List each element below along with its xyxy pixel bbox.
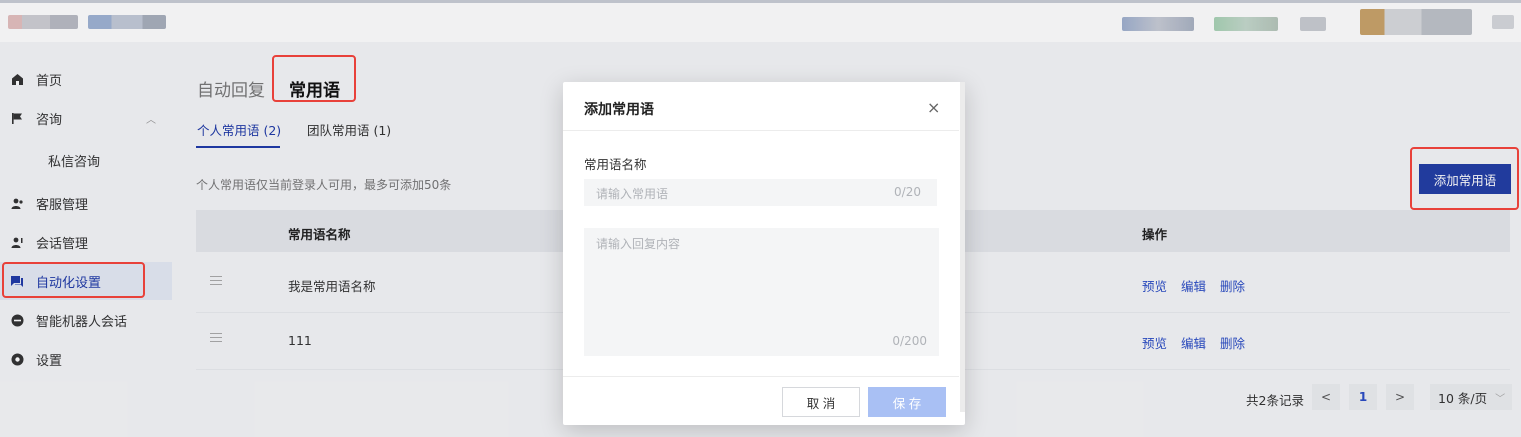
- dialog-scrollbar[interactable]: [960, 82, 965, 412]
- reply-content-counter: 0/200: [892, 334, 927, 348]
- dialog-footer-divider: [563, 376, 959, 377]
- highlight-add-button-box: [1410, 147, 1519, 210]
- dialog-title: 添加常用语: [584, 102, 654, 118]
- add-phrase-dialog: 添加常用语 × 常用语名称 请输入常用语 0/20 请输入回复内容 0/200 …: [563, 82, 965, 425]
- phrase-name-placeholder: 请输入常用语: [596, 187, 669, 201]
- phrase-name-input[interactable]: 请输入常用语 0/20: [584, 179, 937, 206]
- phrase-name-counter: 0/20: [894, 185, 921, 199]
- phrase-name-label: 常用语名称: [584, 157, 647, 172]
- reply-content-placeholder: 请输入回复内容: [596, 237, 681, 251]
- cancel-button[interactable]: 取 消: [782, 387, 860, 417]
- highlight-sidebar-box: [2, 262, 145, 298]
- close-icon[interactable]: ×: [927, 98, 940, 117]
- reply-content-textarea[interactable]: 请输入回复内容 0/200: [584, 228, 939, 356]
- save-button[interactable]: 保 存: [868, 387, 946, 417]
- highlight-tab-box: [272, 55, 356, 102]
- dialog-divider: [563, 130, 959, 131]
